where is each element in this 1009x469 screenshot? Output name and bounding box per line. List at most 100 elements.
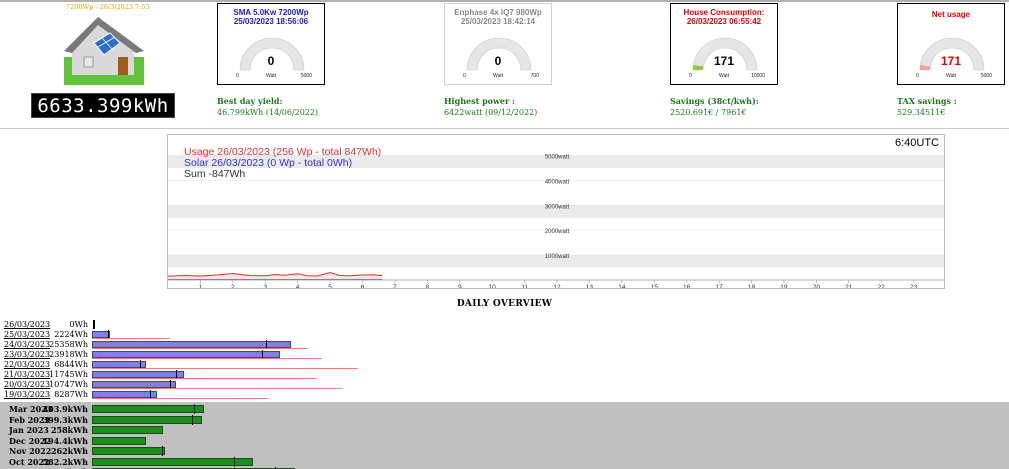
daily-row: 25/03/2023 2224Wh [0, 330, 400, 340]
daily-row: 24/03/2023 25358Wh [0, 340, 400, 350]
monthly-row: Jan 2023 258kWh [0, 425, 400, 435]
x-tick-label: 2 [231, 284, 235, 289]
stat-highest-power: Highest power : 6422watt (09/12/2022) [444, 96, 537, 118]
daily-reference-line [92, 358, 322, 359]
top-rule [0, 0, 1009, 2]
gauge-value: 171 [940, 54, 962, 68]
daily-yield-bar [92, 391, 157, 398]
gauge-max: 700 [530, 73, 539, 79]
stat-tax-savings: TAX savings : 529.34511€ [897, 96, 957, 118]
daily-yield-bar [92, 361, 146, 368]
daily-value: 25358Wh [49, 340, 88, 349]
x-tick-label: 1 [199, 284, 203, 289]
gauge-title: SMA 5.0Kw 7200Wp [233, 8, 309, 17]
x-tick-label: 3 [263, 284, 267, 289]
legend-sum: Sum -847Wh [184, 168, 246, 180]
stat-label: Highest power : [444, 96, 515, 106]
monthly-yield-bar [92, 436, 146, 445]
x-tick-label: 16 [683, 284, 691, 289]
y-tick-label: 1000watt [545, 254, 570, 260]
x-tick-label: 13 [586, 284, 594, 289]
daily-row: 19/03/2023 8287Wh [0, 390, 400, 400]
gauge-enphase: Enphase 4x IQ7 980Wp 25/03/2023 18:42:14… [444, 3, 552, 85]
daily-value: 11745Wh [49, 370, 88, 379]
month-value: 582.2kWh [42, 456, 88, 467]
gauge-title: Enphase 4x IQ7 980Wp [454, 8, 542, 17]
x-tick-label: 9 [458, 284, 462, 289]
x-tick-label: 21 [845, 284, 853, 289]
gauge-max: 10000 [751, 73, 765, 79]
monthly-marker [161, 446, 163, 456]
stat-value: 46.799kWh (14/06/2022) [217, 108, 319, 117]
daily-reference-line [92, 368, 358, 369]
x-tick-label: 22 [878, 284, 886, 289]
monthly-row: Feb 2023 399.3kWh [0, 414, 400, 425]
x-tick-label: 20 [813, 284, 821, 289]
month-value: 194.4kWh [42, 435, 88, 446]
stat-savings: Savings (38ct/kwh): 2520.691€ / 7961€ [670, 96, 759, 118]
section-divider [0, 128, 1009, 129]
x-tick-label: 6 [361, 284, 365, 289]
gauge-max: 5000 [980, 73, 992, 79]
monthly-row: Mar 2023 403.9kWh [0, 404, 400, 414]
x-tick-label: 7 [393, 284, 397, 289]
gauge-value: 0 [267, 54, 275, 68]
daily-value: 23918Wh [49, 350, 88, 359]
daily-marker [93, 320, 95, 329]
x-tick-label: 14 [618, 284, 626, 289]
monthly-row: Oct 2022 582.2kWh [0, 456, 400, 467]
system-caption: 7200Wp - 26/3/2023 7:55 [66, 3, 150, 11]
x-tick-label: 8 [426, 284, 430, 289]
stat-label: Savings (38ct/kwh): [670, 96, 759, 106]
stat-value: 2520.691€ / 7961€ [670, 108, 747, 117]
x-tick-label: 4 [296, 284, 300, 289]
x-tick-label: 11 [521, 284, 528, 289]
x-tick-label: 17 [715, 284, 723, 289]
gauge-value: 171 [713, 54, 735, 68]
x-tick-label: 19 [780, 284, 788, 289]
daily-reference-line [92, 398, 268, 399]
month-value: 258kWh [50, 425, 88, 435]
daily-value: 6844Wh [54, 360, 88, 369]
x-tick-label: 5 [328, 284, 332, 289]
daily-yield-bar [92, 351, 280, 358]
monthly-yield-bar [92, 405, 204, 413]
live-power-chart: 1000watt 2000watt 3000watt 4000watt 5000watt… [167, 134, 945, 289]
stat-value: 6422watt (09/12/2022) [444, 108, 538, 117]
daily-yield-bar [92, 371, 184, 378]
monthly-marker [193, 404, 195, 414]
x-tick-label: 2 [944, 284, 945, 289]
gauge-max: 5000 [300, 73, 312, 79]
daily-reference-line [92, 378, 316, 379]
y-tick-label: 5000watt [545, 154, 570, 160]
daily-reference-line [92, 338, 170, 339]
x-tick-label: 12 [553, 284, 561, 289]
stat-value: 529.34511€ [897, 108, 946, 117]
daily-row: 20/03/2023 10747Wh [0, 380, 400, 390]
daily-row: 26/03/2023 0Wh [0, 320, 400, 330]
month-value: 399.3kWh [42, 414, 88, 425]
daily-value: 2224Wh [54, 330, 88, 339]
gauge-house-consumption: House Consumption: 26/03/2023 06:55:42 1… [670, 3, 778, 85]
x-tick-label: 10 [489, 284, 497, 289]
daily-row: 23/03/2023 23918Wh [0, 350, 400, 360]
y-tick-label: 3000watt [545, 204, 570, 210]
x-tick-label: 15 [651, 284, 659, 289]
daily-yield-bar [92, 331, 110, 338]
house-solar-icon [64, 17, 144, 85]
daily-row: 22/03/2023 6844Wh [0, 360, 400, 370]
daily-yield-bar [92, 381, 176, 388]
daily-value: 8287Wh [54, 390, 88, 399]
daily-overview-title: DAILY OVERVIEW [456, 299, 553, 309]
total-energy-counter: 6633.399kWh [31, 93, 175, 118]
daily-row: 21/03/2023 11745Wh [0, 370, 400, 380]
y-tick-label: 2000watt [545, 229, 570, 235]
daily-value: 10747Wh [49, 380, 88, 389]
month-value: 262kWh [50, 446, 88, 456]
daily-yield-bar [92, 341, 291, 348]
chart-legend: Usage 26/03/2023 (256 Wp - total 847Wh) … [184, 147, 381, 180]
monthly-yield-bar [92, 457, 253, 466]
monthly-yield-bar [92, 447, 165, 455]
month-value: 403.9kWh [42, 404, 88, 414]
monthly-marker [234, 456, 236, 467]
